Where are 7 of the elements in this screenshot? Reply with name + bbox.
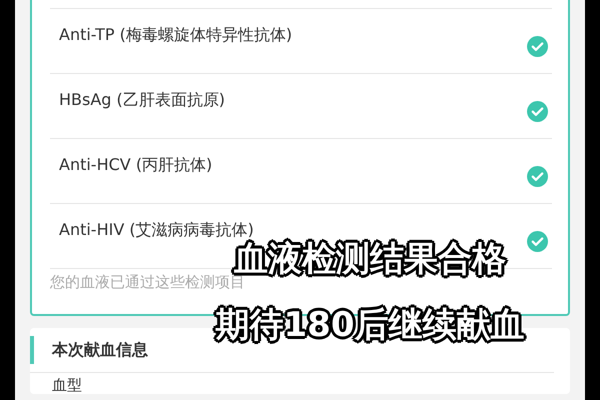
test-name: Anti-HIV (艾滋病病毒抗体) xyxy=(59,220,254,239)
test-name: Anti-TP (梅毒螺旋体特异性抗体) xyxy=(59,25,292,46)
test-name: Anti-HCV (丙肝抗体) xyxy=(59,155,212,176)
section-marker xyxy=(30,336,34,364)
test-name: HBsAg (乙肝表面抗原) xyxy=(59,90,226,111)
section-title: 本次献血信息 xyxy=(52,340,148,360)
field-label: 血型 xyxy=(51,375,83,394)
